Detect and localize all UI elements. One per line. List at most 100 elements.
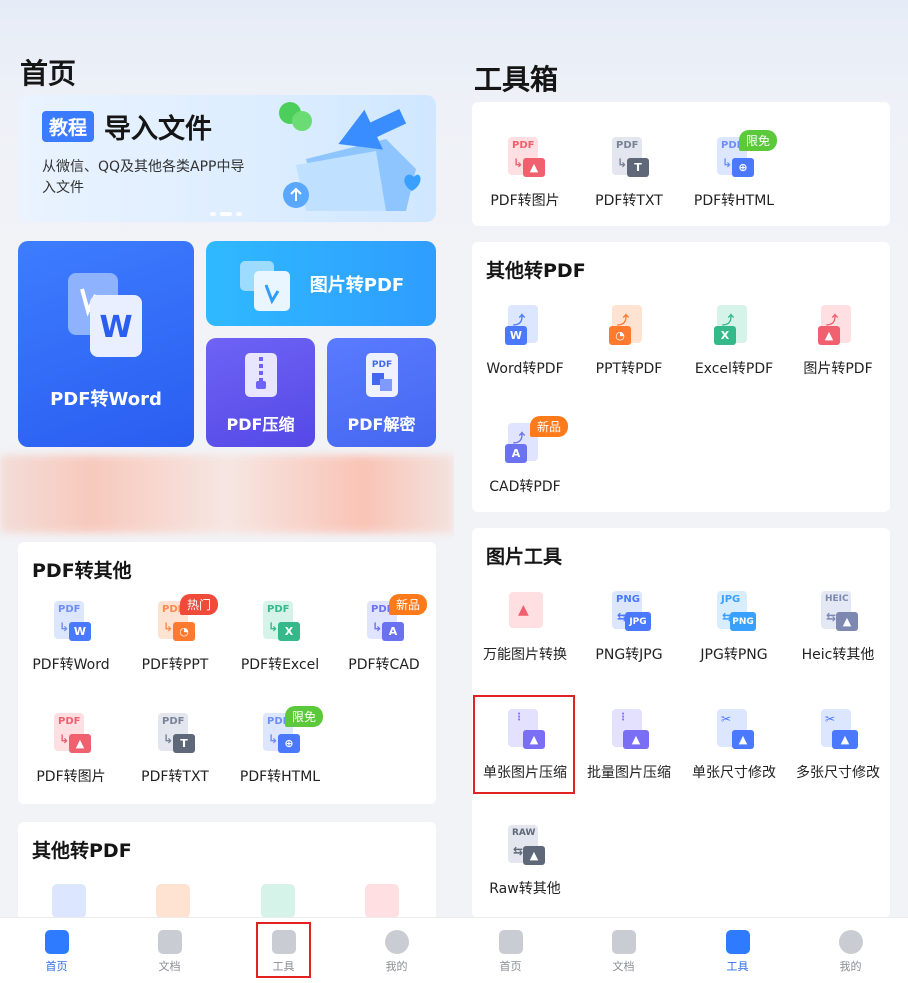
image-to-pdf-icon [239, 260, 290, 311]
section-title: 图片工具 [486, 546, 563, 568]
section-title: 其他转PDF [486, 260, 586, 282]
tool-universal-image-convert[interactable]: ▲ 万能图片转换 [472, 590, 578, 664]
profile-icon [838, 930, 863, 954]
raw-convert-icon: RAW ⇆ ▲ [503, 824, 547, 868]
tool-pdf-to-html[interactable]: PDF ↳ ⊕ 限免 PDF转HTML [227, 706, 333, 786]
tool-pdf-to-image[interactable]: PDF ↳ ▲ PDF转图片 [472, 136, 578, 210]
ppt-to-pdf-icon: ⤴ ◔ [607, 304, 651, 348]
image-to-pdf-label: 图片转PDF [309, 274, 405, 296]
pdf-to-other-section: PDF转其他 PDF ↳ W PDF转Word PDF ↳ ◔ 热门 PDF转PPT… [18, 542, 436, 804]
section-title: 其他转PDF [32, 840, 132, 862]
banner-subtitle: 从微信、QQ及其他各类APP中导入文件 [42, 159, 245, 196]
heic-convert-icon: HEIC ⇆ ▲ [816, 590, 860, 634]
nav-home[interactable]: 首页 [454, 918, 567, 983]
pdf-decrypt-tile[interactable]: PDF PDF解密 [327, 338, 436, 447]
zip-file-icon [244, 352, 277, 397]
pdf-to-other-continued: PDF ↳ ▲ PDF转图片 PDF ↳ T PDF转TXT PDF ↳ ⊕ 限免 P… [472, 102, 890, 226]
svg-text:W: W [99, 310, 132, 345]
tool-png-to-jpg[interactable]: PNG ⇆ JPG PNG转JPG [576, 590, 682, 664]
batch-resize-icon: ✂ ▲ [816, 708, 860, 752]
nav-docs[interactable]: 文档 [113, 918, 226, 983]
pdf-to-word-icon: W [68, 273, 142, 357]
free-badge: 限免 [285, 706, 324, 727]
tool-excel-to-pdf[interactable]: ⤴ X Excel转PDF [681, 304, 787, 378]
resize-icon: ✂ ▲ [712, 708, 756, 752]
tool-single-resize[interactable]: ✂ ▲ 单张尺寸修改 [681, 708, 787, 782]
new-badge: 新品 [530, 416, 569, 437]
page-title: 首页 [20, 57, 77, 90]
pdf-to-html-icon: PDF ↳ ⊕ 限免 [712, 130, 778, 180]
tool-pdf-to-cad[interactable]: PDF ↳ A 新品 PDF转CAD [331, 594, 437, 674]
nav-home[interactable]: 首页 [0, 918, 113, 983]
profile-icon [384, 930, 409, 954]
tool-image-to-pdf[interactable]: ⤴ ▲ 图片转PDF [785, 304, 891, 378]
carousel-dots[interactable] [210, 212, 242, 216]
pdf-to-txt-icon: PDF ↳ T [607, 136, 651, 180]
bottom-nav: 首页 文档 工具 我的 [454, 917, 908, 983]
import-tutorial-banner[interactable]: 教程 导入文件 从微信、QQ及其他各类APP中导入文件 [18, 95, 436, 222]
tool-raw-to-other[interactable]: RAW ⇆ ▲ Raw转其他 [472, 824, 578, 898]
tool-pdf-to-word[interactable]: PDF ↳ W PDF转Word [18, 600, 124, 674]
batch-compress-icon: ⋮ ▲ [607, 708, 651, 752]
tool-word-to-pdf[interactable]: ⤴ W Word转PDF [472, 304, 578, 378]
tool-pdf-to-image[interactable]: PDF ↳ ▲ PDF转图片 [18, 712, 124, 786]
word-to-pdf-icon[interactable] [52, 884, 86, 918]
excel-to-pdf-icon[interactable] [261, 884, 295, 918]
highlight-nav-tools [256, 922, 311, 978]
page-title: 工具箱 [474, 63, 559, 96]
pdf-unlock-icon: PDF [365, 352, 398, 397]
pdf-decrypt-label: PDF解密 [347, 414, 416, 434]
svg-text:PDF: PDF [371, 360, 391, 370]
word-to-pdf-icon: ⤴ W [503, 304, 547, 348]
nav-docs[interactable]: 文档 [567, 918, 680, 983]
other-to-pdf-section: 其他转PDF ⤴ W Word转PDF ⤴ ◔ PPT转PDF ⤴ X Exce… [472, 242, 890, 512]
nav-profile[interactable]: 我的 [340, 918, 453, 983]
highlight-single-image-compress [473, 695, 575, 794]
tool-pdf-to-html[interactable]: PDF ↳ ⊕ 限免 PDF转HTML [681, 130, 787, 210]
section-title: PDF转其他 [32, 560, 132, 582]
tool-jpg-to-png[interactable]: JPG ⇆ PNG JPG转PNG [681, 590, 787, 664]
folder-icon [611, 930, 636, 954]
tool-pdf-to-txt[interactable]: PDF ↳ T PDF转TXT [122, 712, 228, 786]
pdf-compress-tile[interactable]: PDF压缩 [206, 338, 315, 447]
excel-to-pdf-icon: ⤴ X [712, 304, 756, 348]
tool-batch-image-compress[interactable]: ⋮ ▲ 批量图片压缩 [576, 708, 682, 782]
nav-profile[interactable]: 我的 [794, 918, 907, 983]
blurred-ad-banner[interactable] [0, 455, 454, 533]
tool-ppt-to-pdf[interactable]: ⤴ ◔ PPT转PDF [576, 304, 682, 378]
pdf-to-cad-icon: PDF ↳ A 新品 [362, 594, 428, 644]
pdf-to-excel-icon: PDF ↳ X [258, 600, 302, 644]
pdf-to-ppt-icon: PDF ↳ ◔ 热门 [153, 594, 219, 644]
tool-batch-resize[interactable]: ✂ ▲ 多张尺寸修改 [785, 708, 891, 782]
tool-heic-to-other[interactable]: HEIC ⇆ ▲ Heic转其他 [785, 590, 891, 664]
image-to-pdf-icon[interactable] [365, 884, 399, 918]
image-to-pdf-icon: ⤴ ▲ [816, 304, 860, 348]
import-folder-illustration [279, 102, 421, 211]
nav-tools[interactable]: 工具 [681, 918, 794, 983]
tool-pdf-to-excel[interactable]: PDF ↳ X PDF转Excel [227, 600, 333, 674]
pdf-to-txt-icon: PDF ↳ T [153, 712, 197, 756]
pdf-to-image-icon: PDF ↳ ▲ [503, 136, 547, 180]
image-convert-icon: ▲ [503, 590, 547, 634]
home-icon [498, 930, 523, 954]
pdf-to-word-icon: PDF ↳ W [49, 600, 93, 644]
tool-cad-to-pdf[interactable]: ⤴ A 新品 CAD转PDF [472, 416, 578, 496]
home-screen: 首页 教程 导入文件 从微信、QQ及其他各类APP中导入文件 W PDF转Wor… [0, 0, 454, 983]
ppt-to-pdf-icon[interactable] [156, 884, 190, 918]
free-badge: 限免 [739, 130, 778, 151]
bottom-nav: 首页 文档 工具 我的 [0, 917, 454, 983]
banner-title: 导入文件 [104, 114, 212, 145]
pdf-to-word-tile[interactable]: W PDF转Word [18, 241, 194, 447]
pdf-to-word-label: PDF转Word [50, 389, 162, 410]
home-icon [44, 930, 69, 954]
tool-pdf-to-ppt[interactable]: PDF ↳ ◔ 热门 PDF转PPT [122, 594, 228, 674]
pdf-compress-label: PDF压缩 [226, 414, 295, 434]
tool-pdf-to-txt[interactable]: PDF ↳ T PDF转TXT [576, 136, 682, 210]
image-to-pdf-tile[interactable]: 图片转PDF [206, 241, 436, 326]
hot-badge: 热门 [180, 594, 219, 615]
toolbox-screen: 工具箱 PDF ↳ ▲ PDF转图片 PDF ↳ T PDF转TXT PDF ↳ ⊕ … [454, 0, 908, 983]
cad-to-pdf-icon: ⤴ A 新品 [503, 416, 569, 466]
pdf-to-html-icon: PDF ↳ ⊕ 限免 [258, 706, 324, 756]
new-badge: 新品 [389, 594, 428, 615]
pdf-to-image-icon: PDF ↳ ▲ [49, 712, 93, 756]
